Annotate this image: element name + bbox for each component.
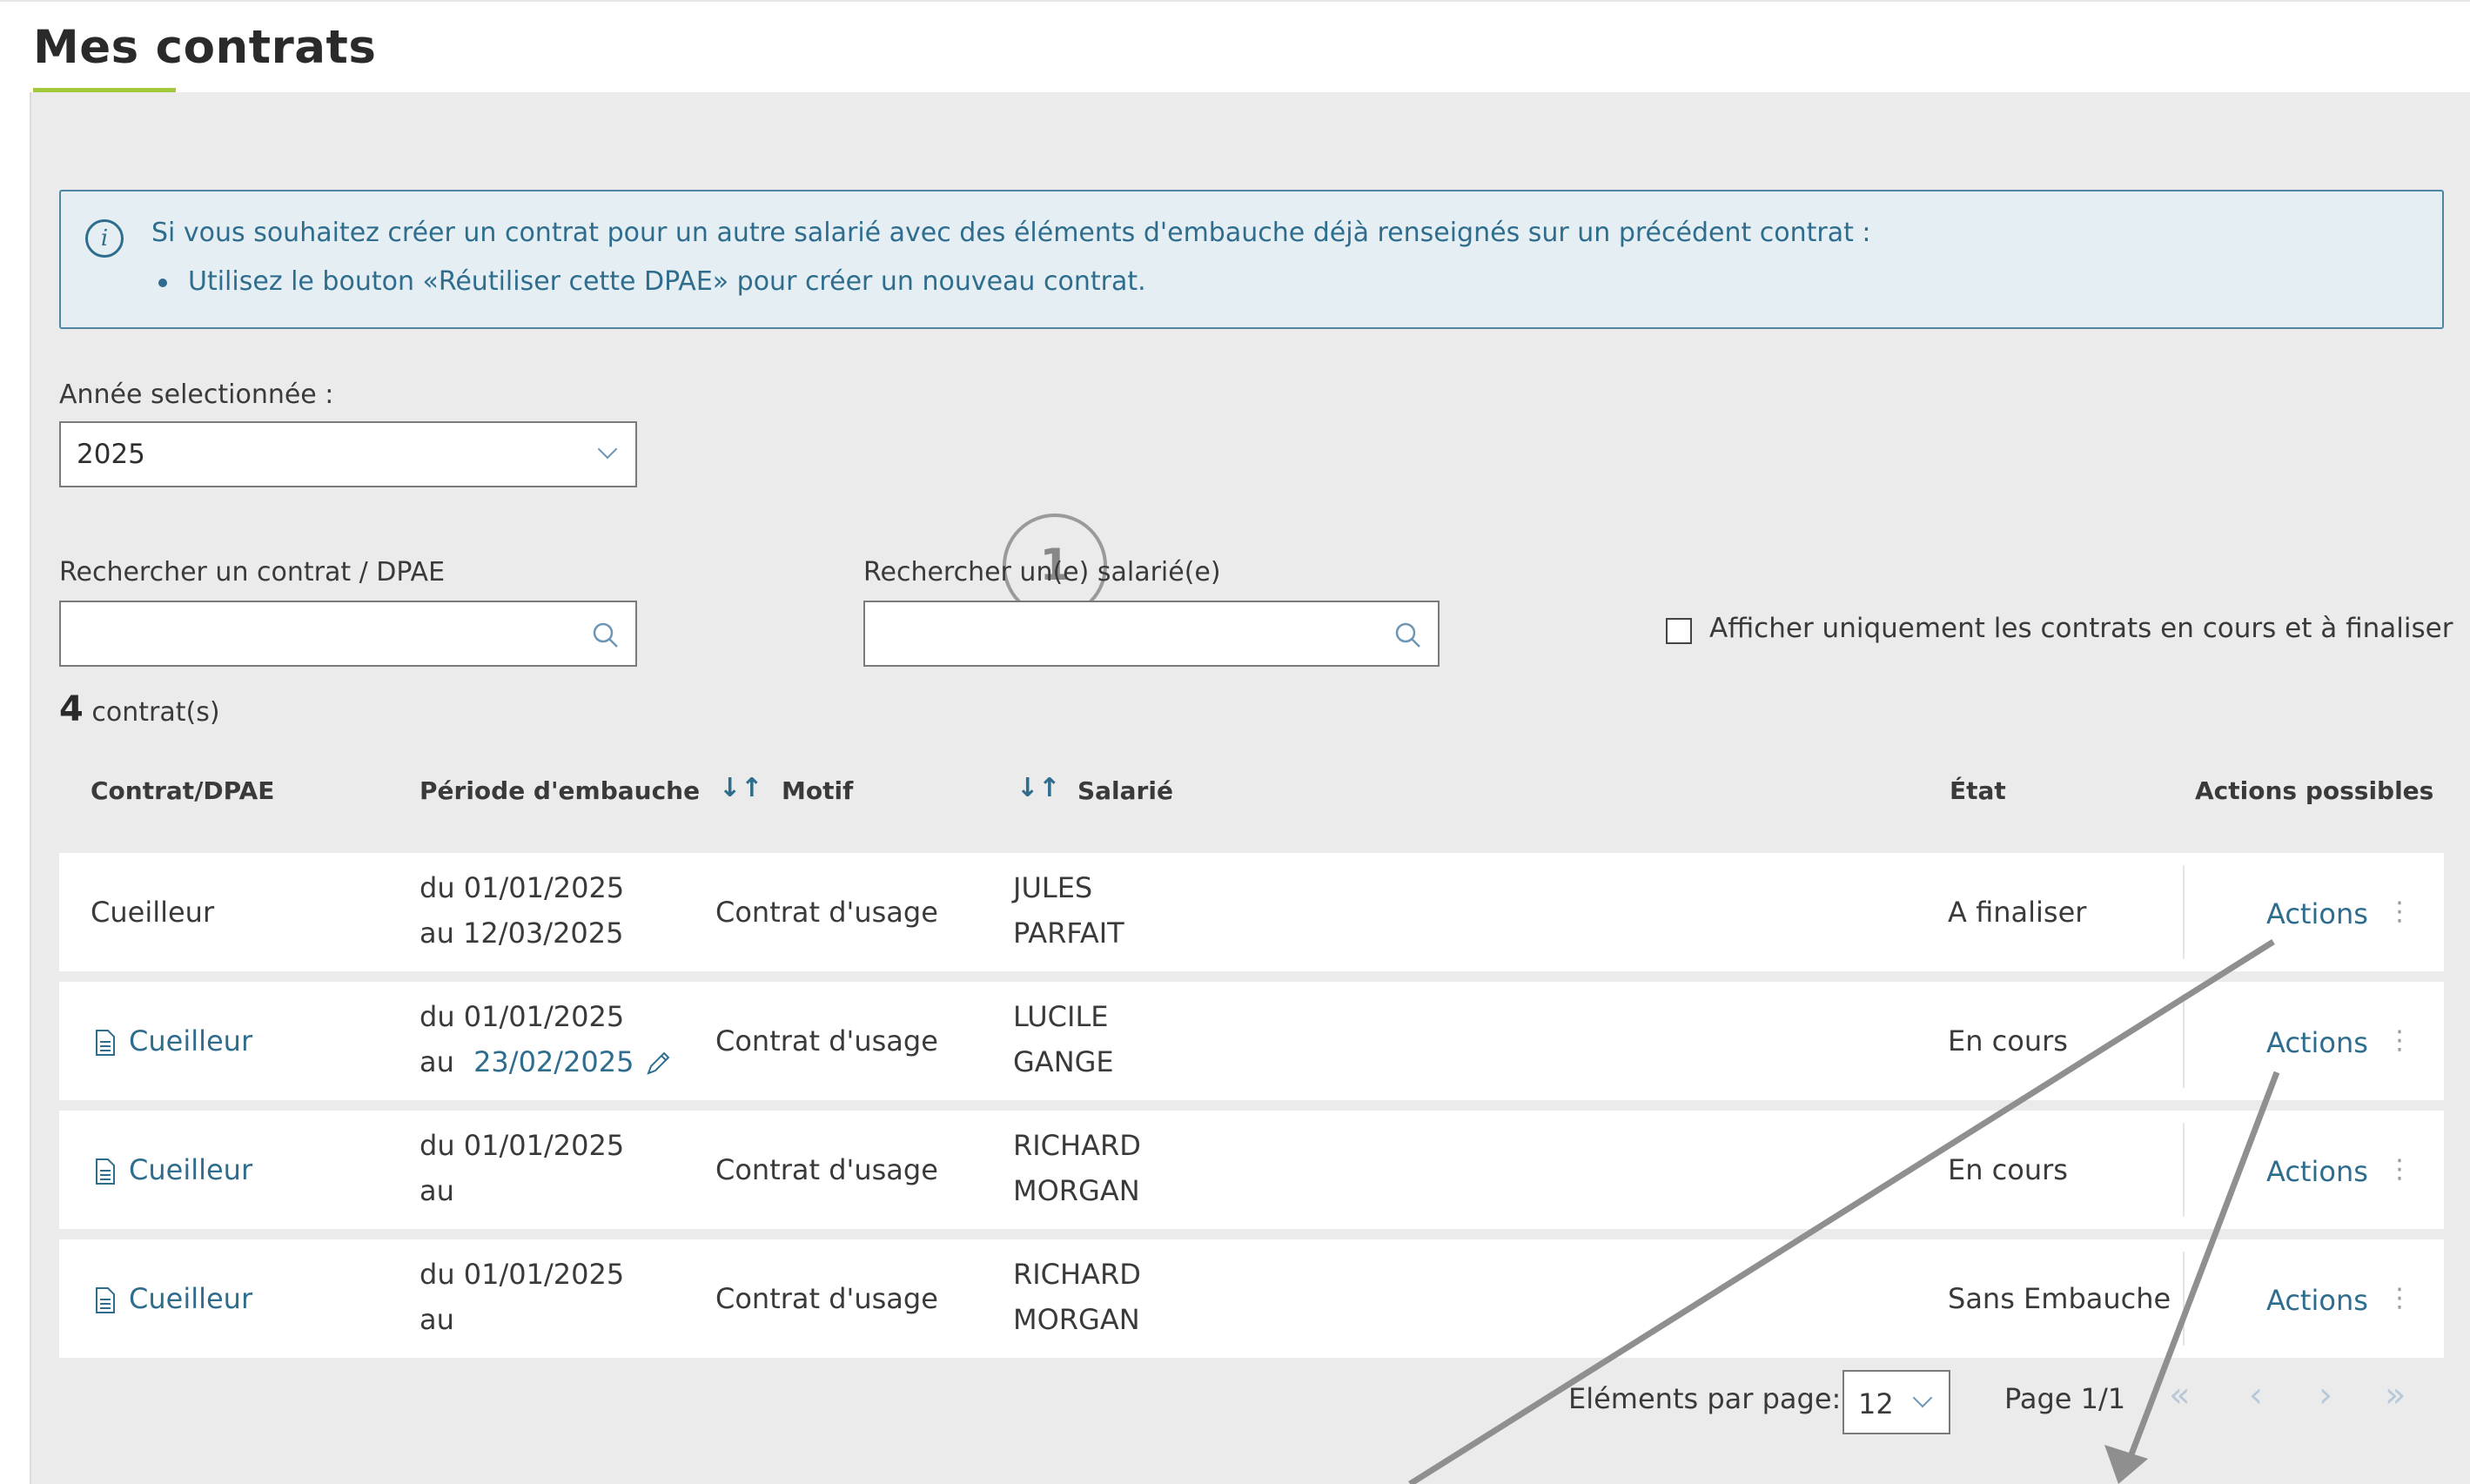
annotation-arrow-line [1408,939,2275,1484]
arrow-head-icon [2104,1445,2148,1484]
annotation-arrow-line [2124,1071,2280,1467]
annotation-arrows [1408,939,2280,1484]
